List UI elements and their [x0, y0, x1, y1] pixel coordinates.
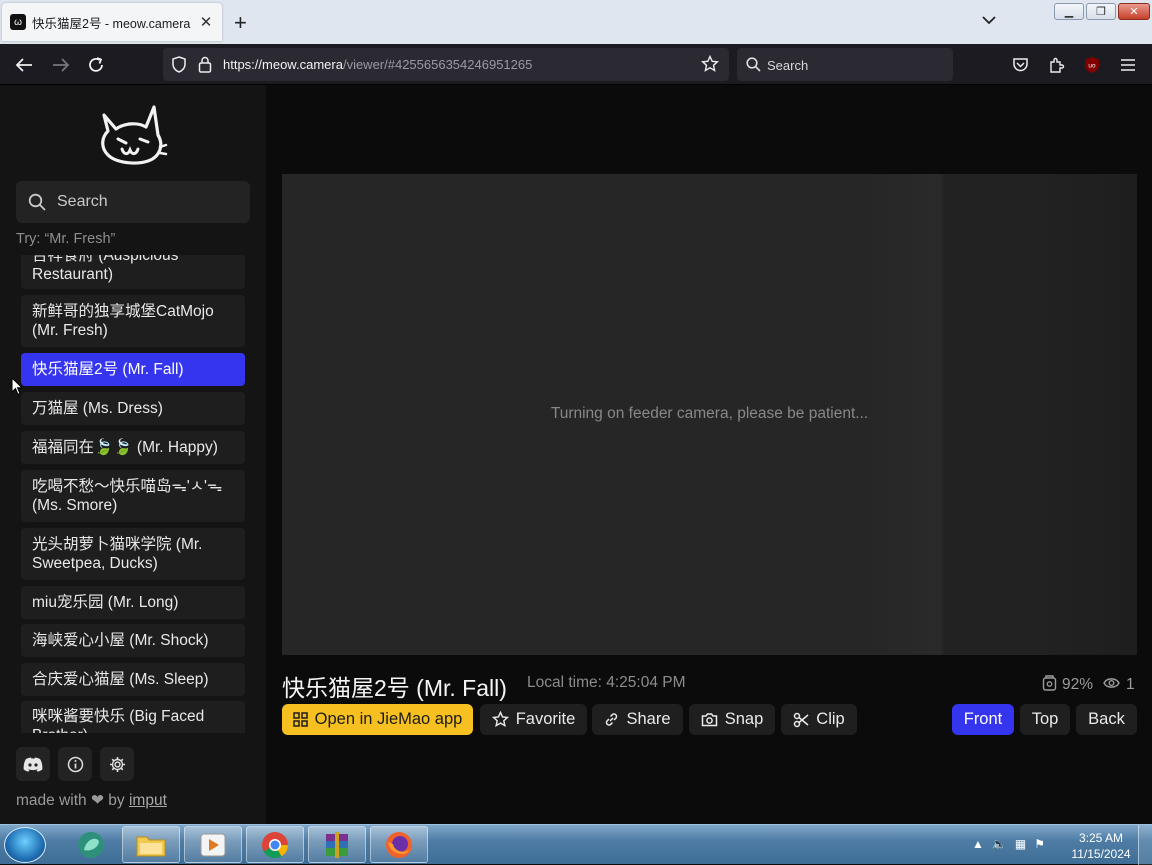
info-icon[interactable]: [58, 747, 92, 781]
show-desktop-button[interactable]: [1138, 825, 1152, 865]
bookmark-star-icon[interactable]: [700, 54, 720, 78]
camera-item-mr-fresh[interactable]: 新鲜哥的独享城堡CatMojo (Mr. Fresh): [21, 295, 245, 347]
back-arrow-icon[interactable]: [12, 53, 36, 77]
browser-search-placeholder: Search: [767, 58, 809, 73]
winrar-icon[interactable]: [308, 826, 366, 863]
search-icon: [28, 193, 46, 216]
new-tab-plus-icon[interactable]: +: [234, 10, 247, 36]
view-front-button[interactable]: Front: [952, 704, 1014, 735]
meow-camera-logo-icon[interactable]: [96, 101, 170, 167]
media-player-icon[interactable]: [184, 826, 242, 863]
battery-percent: 92%: [1062, 676, 1094, 693]
taskbar-app-icon[interactable]: [62, 826, 120, 863]
made-with-credit: made with ❤ by imput: [16, 792, 167, 809]
start-button[interactable]: [4, 827, 46, 863]
tab-favicon-cat-icon: ω: [10, 14, 26, 30]
view-top-button[interactable]: Top: [1020, 704, 1070, 735]
camera-item-big-faced-brother[interactable]: 咪咪酱要快乐 (Big Faced Brother): [21, 701, 245, 733]
url-path: /viewer/#4255656354246951265: [342, 57, 533, 72]
ublock-origin-icon[interactable]: uo: [1080, 53, 1104, 77]
camera-item-mr-long[interactable]: miu宠乐园 (Mr. Long): [21, 586, 245, 619]
discord-icon[interactable]: [16, 747, 50, 781]
url-bar[interactable]: https://meow.camera/viewer/#425565635424…: [163, 48, 729, 81]
browser-title-bar: ω 快乐猫屋2号 - meow.camera ✕ + ▁ ❐ ✕: [0, 0, 1152, 44]
window-close-button[interactable]: ✕: [1118, 3, 1150, 20]
action-center-flag-icon[interactable]: ⚑: [1034, 837, 1045, 851]
camera-item-ms-sleep[interactable]: 合庆爱心猫屋 (Ms. Sleep): [21, 663, 245, 696]
list-tabs-chevron-icon[interactable]: [982, 12, 996, 28]
settings-gear-icon[interactable]: [100, 747, 134, 781]
clock-time: 3:25 AM: [1078, 831, 1124, 845]
camera-title: 快乐猫屋2号 (Mr. Fall): [282, 675, 507, 701]
camera-item-mr-sweetpea[interactable]: 光头胡萝卜猫咪学院 (Mr. Sweetpea, Ducks): [21, 528, 245, 580]
camera-icon: [701, 713, 717, 727]
system-tray: ▲ 🔈 ▦ ⚑: [972, 837, 1045, 851]
windows-taskbar: ▲ 🔈 ▦ ⚑ 3:25 AM 11/15/2024: [0, 824, 1152, 865]
taskbar-clock[interactable]: 3:25 AM 11/15/2024: [1066, 830, 1136, 862]
star-icon: [491, 711, 509, 728]
local-time: Local time: 4:25:04 PM: [527, 674, 686, 691]
favorite-button[interactable]: Favorite: [480, 704, 587, 735]
food-battery-icon: [1042, 674, 1057, 696]
tray-expand-icon[interactable]: ▲: [972, 837, 984, 851]
camera-list: 吉祥食府 (Auspicious Restaurant) 新鲜哥的独享城堡Cat…: [16, 255, 252, 733]
camera-search-placeholder: Search: [57, 193, 108, 210]
search-icon: [746, 57, 761, 77]
clock-date: 11/15/2024: [1071, 847, 1131, 861]
chrome-icon[interactable]: [246, 826, 304, 863]
window-minimize-button[interactable]: ▁: [1054, 3, 1084, 20]
open-in-jiemao-app-button[interactable]: Open in JieMao app: [282, 704, 473, 735]
forward-arrow-icon[interactable]: [49, 53, 73, 77]
sidebar: Search Try: “Mr. Fresh” 吉祥食府 (Auspicious…: [0, 85, 266, 824]
video-status-message: Turning on feeder camera, please be pati…: [550, 405, 869, 422]
extensions-puzzle-icon[interactable]: [1044, 53, 1068, 77]
qr-code-icon: [292, 712, 308, 727]
camera-item-mr-fall[interactable]: 快乐猫屋2号 (Mr. Fall): [21, 353, 245, 386]
browser-tab[interactable]: ω 快乐猫屋2号 - meow.camera ✕: [2, 3, 222, 41]
search-hint: Try: “Mr. Fresh”: [16, 231, 116, 247]
firefox-icon[interactable]: [370, 826, 428, 863]
scissors-icon: [794, 712, 809, 727]
tab-close-icon[interactable]: ✕: [198, 13, 214, 31]
mouse-cursor-icon: [11, 376, 24, 401]
share-button[interactable]: Share: [592, 704, 683, 735]
link-icon: [606, 713, 618, 726]
url-host: https://meow.camera: [223, 57, 343, 72]
snap-button[interactable]: Snap: [689, 704, 775, 735]
viewers-eye-icon: [1103, 676, 1120, 694]
camera-stats: 92% 1: [1042, 674, 1135, 696]
camera-search-input[interactable]: Search: [16, 181, 250, 223]
camera-item-ms-dress[interactable]: 万猫屋 (Ms. Dress): [21, 392, 245, 425]
pocket-icon[interactable]: [1008, 53, 1032, 77]
page-content: Search Try: “Mr. Fresh” 吉祥食府 (Auspicious…: [0, 85, 1152, 824]
viewer-count: 1: [1126, 676, 1135, 693]
tab-title: 快乐猫屋2号 - meow.camera: [32, 16, 191, 31]
camera-item-mr-happy[interactable]: 福福同在🍃🍃 (Mr. Happy): [21, 431, 245, 464]
tracking-shield-icon[interactable]: [171, 56, 187, 78]
camera-item-auspicious-restaurant[interactable]: 吉祥食府 (Auspicious Restaurant): [21, 255, 245, 289]
network-icon[interactable]: ▦: [1015, 837, 1026, 851]
url-text[interactable]: https://meow.camera/viewer/#425565635424…: [223, 57, 532, 72]
browser-search-box[interactable]: Search: [737, 48, 953, 81]
browser-nav-bar: https://meow.camera/viewer/#425565635424…: [0, 44, 1152, 85]
camera-item-mr-shock[interactable]: 海峡爱心小屋 (Mr. Shock): [21, 624, 245, 657]
author-link[interactable]: imput: [129, 792, 167, 809]
file-explorer-icon[interactable]: [122, 826, 180, 863]
camera-video-player[interactable]: Turning on feeder camera, please be pati…: [282, 174, 1137, 655]
heart-icon: ❤: [90, 792, 104, 809]
svg-text:uo: uo: [1088, 63, 1096, 70]
window-restore-button[interactable]: ❐: [1086, 3, 1116, 20]
lock-icon[interactable]: [198, 56, 212, 78]
clip-button[interactable]: Clip: [781, 704, 857, 735]
reload-icon[interactable]: [84, 53, 108, 77]
view-back-button[interactable]: Back: [1076, 704, 1137, 735]
camera-item-ms-smore[interactable]: 吃喝不愁～快乐喵岛ᯓ'ㅅ'ᯓ (Ms. Smore): [21, 470, 245, 522]
hamburger-menu-icon[interactable]: [1116, 53, 1140, 77]
volume-icon[interactable]: 🔈: [992, 837, 1007, 851]
